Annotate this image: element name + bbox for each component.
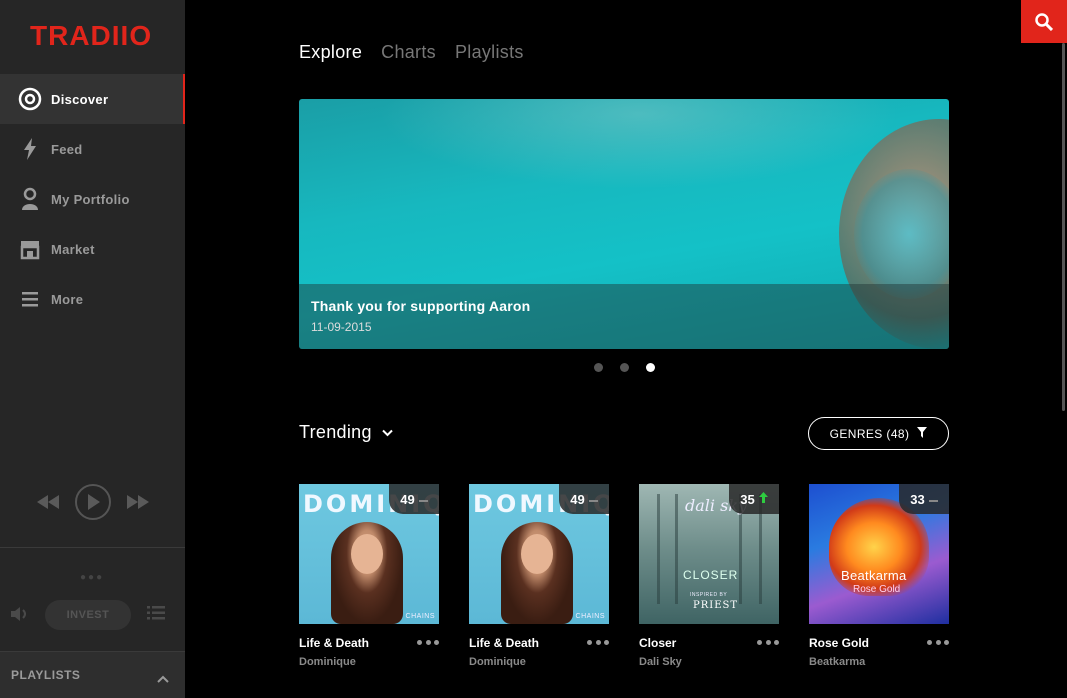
cover-art-shape	[657, 494, 660, 604]
track-artist[interactable]: Dali Sky	[639, 656, 682, 668]
rank-badge: 35	[729, 484, 779, 514]
track-title[interactable]: Rose Gold	[809, 636, 869, 650]
more-options-icon[interactable]	[417, 634, 439, 650]
sidebar-item-label: Feed	[51, 141, 83, 157]
sidebar-item-more[interactable]: More	[0, 274, 185, 324]
rank-number: 35	[740, 491, 755, 507]
more-options-icon[interactable]	[757, 634, 779, 650]
play-button[interactable]	[74, 484, 111, 520]
play-icon	[87, 494, 100, 510]
track-artist[interactable]: Dominique	[469, 656, 526, 668]
album-cover[interactable]: dali sky CLOSER INSPIRED BY PRIEST 35	[639, 484, 779, 624]
sidebar-item-label: More	[51, 291, 84, 307]
track-card[interactable]: DOMINIQUE CHAINS 49 Life & Death Dominiq…	[299, 484, 439, 668]
player-track-dots-icon: ●●●	[80, 572, 105, 583]
track-title[interactable]: Closer	[639, 636, 676, 650]
tab-explore[interactable]: Explore	[299, 42, 362, 63]
carousel-dots	[594, 363, 655, 372]
hero-caption: Thank you for supporting Aaron 11-09-201…	[299, 284, 949, 349]
search-button[interactable]	[1021, 0, 1067, 43]
trend-up-icon	[758, 490, 768, 508]
rank-number: 33	[910, 491, 925, 507]
sidebar-item-discover[interactable]: Discover	[0, 74, 185, 124]
track-card[interactable]: dali sky CLOSER INSPIRED BY PRIEST 35 Cl…	[639, 484, 779, 668]
cover-art-shape	[675, 494, 678, 604]
cover-subtext: CHAINS	[575, 613, 605, 620]
sidebar-item-market[interactable]: Market	[0, 224, 185, 274]
trending-label: Trending	[299, 422, 372, 442]
hero-image-shape	[379, 99, 899, 189]
tradiio-logo[interactable]: TRADIIO	[30, 20, 152, 52]
genres-filter-button[interactable]: GENRES (48)	[808, 417, 949, 450]
trending-dropdown[interactable]: Trending	[299, 422, 393, 443]
user-icon	[18, 187, 42, 211]
invest-button[interactable]: INVEST	[45, 600, 131, 630]
track-artist[interactable]: Dominique	[299, 656, 356, 668]
sidebar-item-my-portfolio[interactable]: My Portfolio	[0, 174, 185, 224]
cover-title: CLOSER	[683, 568, 739, 582]
track-title[interactable]: Life & Death	[299, 636, 369, 650]
trend-same-icon	[588, 490, 598, 508]
cover-subtext: Rose Gold	[853, 584, 901, 595]
playlists-label: PLAYLISTS	[11, 668, 81, 682]
chevron-up-icon	[157, 670, 169, 688]
rank-badge: 49	[389, 484, 439, 514]
cover-subtext: PRIEST	[693, 600, 739, 611]
player-controls	[0, 480, 185, 524]
lightning-icon	[18, 137, 42, 161]
album-cover[interactable]: DOMINIQUE CHAINS 49	[299, 484, 439, 624]
rank-number: 49	[400, 491, 415, 507]
album-cover[interactable]: DOMINIQUE CHAINS 49	[469, 484, 609, 624]
menu-icon	[18, 287, 42, 311]
carousel-dot-active[interactable]	[646, 363, 655, 372]
rewind-icon[interactable]	[36, 495, 59, 509]
trend-same-icon	[418, 490, 428, 508]
track-card[interactable]: Beatkarma Rose Gold 33 Rose Gold Beatkar…	[809, 484, 949, 668]
track-card[interactable]: DOMINIQUE CHAINS 49 Life & Death Dominiq…	[469, 484, 609, 668]
rank-badge: 33	[899, 484, 949, 514]
sidebar-item-label: Market	[51, 241, 95, 257]
sidebar-item-label: Discover	[51, 91, 109, 107]
track-title[interactable]: Life & Death	[469, 636, 539, 650]
hero-date: 11-09-2015	[311, 320, 372, 334]
filter-icon	[917, 425, 928, 443]
disc-icon	[18, 87, 42, 111]
carousel-dot[interactable]	[620, 363, 629, 372]
hero-title: Thank you for supporting Aaron	[311, 298, 531, 314]
volume-icon[interactable]	[11, 606, 31, 627]
search-icon	[1035, 12, 1053, 31]
scrollbar[interactable]	[1062, 43, 1065, 411]
cover-subtext: CHAINS	[405, 613, 435, 620]
rank-badge: 49	[559, 484, 609, 514]
fast-forward-icon[interactable]	[126, 495, 149, 509]
hero-banner[interactable]: Thank you for supporting Aaron 11-09-201…	[299, 99, 949, 349]
tab-playlists[interactable]: Playlists	[455, 42, 524, 63]
main-tabs: Explore Charts Playlists	[299, 42, 524, 63]
rank-number: 49	[570, 491, 585, 507]
trend-same-icon	[928, 490, 938, 508]
playlists-toggle[interactable]: PLAYLISTS	[0, 651, 185, 698]
queue-list-icon[interactable]	[147, 606, 165, 625]
cover-art-shape	[521, 534, 553, 574]
more-options-icon[interactable]	[927, 634, 949, 650]
more-options-icon[interactable]	[587, 634, 609, 650]
store-icon	[18, 237, 42, 261]
track-artist[interactable]: Beatkarma	[809, 656, 865, 668]
chevron-down-icon	[382, 424, 393, 442]
carousel-dot[interactable]	[594, 363, 603, 372]
sidebar: TRADIIO Discover Feed My Portfolio Marke…	[0, 0, 185, 698]
sidebar-item-label: My Portfolio	[51, 191, 130, 207]
cover-text: Beatkarma	[841, 568, 907, 583]
sidebar-item-feed[interactable]: Feed	[0, 124, 185, 174]
player-divider	[0, 547, 185, 548]
album-cover[interactable]: Beatkarma Rose Gold 33	[809, 484, 949, 624]
cover-inspired: INSPIRED BY	[690, 592, 728, 598]
tab-charts[interactable]: Charts	[381, 42, 436, 63]
genres-label: GENRES (48)	[829, 426, 910, 441]
cover-art-shape	[351, 534, 383, 574]
